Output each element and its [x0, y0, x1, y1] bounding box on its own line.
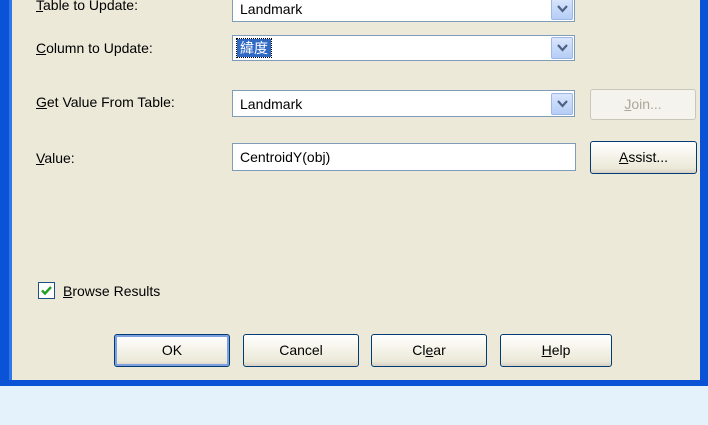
value-input[interactable]: CentroidY(obj): [232, 143, 576, 171]
chevron-down-icon[interactable]: [551, 93, 573, 115]
get-value-from-table-label: Get Value From Table:: [36, 93, 175, 111]
mnemonic: T: [36, 0, 43, 13]
clear-button[interactable]: Clear: [371, 334, 487, 367]
mnemonic: H: [541, 342, 552, 358]
label-text: able to Update:: [43, 0, 138, 13]
button-label: Cancel: [279, 342, 323, 358]
update-column-dialog: Table to Update: Landmark Column to Upda…: [0, 0, 708, 386]
window-frame-left: [0, 0, 12, 386]
window-frame-right: [700, 0, 708, 386]
assist-button[interactable]: Assist...: [590, 141, 697, 174]
mnemonic: G: [36, 94, 47, 110]
chevron-down-icon[interactable]: [551, 37, 573, 59]
button-label-part: ar: [433, 342, 446, 358]
mnemonic: A: [618, 149, 629, 165]
mnemonic: C: [36, 40, 47, 56]
label-text: et Value From Table:: [46, 94, 175, 110]
table-to-update-select[interactable]: Landmark: [232, 0, 575, 22]
button-label: ssist...: [628, 149, 668, 165]
join-button[interactable]: Join...: [590, 89, 696, 120]
column-to-update-select[interactable]: 緯度: [232, 35, 575, 61]
column-to-update-label: Column to Update:: [36, 39, 153, 57]
button-label: elp: [551, 342, 571, 358]
mnemonic: B: [63, 283, 73, 299]
chevron-down-icon[interactable]: [551, 0, 573, 20]
select-value: Landmark: [240, 96, 303, 112]
button-label-part: Cl: [412, 342, 426, 358]
value-label: Value:: [36, 149, 75, 167]
checkbox-label: rowse Results: [72, 283, 161, 299]
browse-results-label[interactable]: Browse Results: [63, 282, 160, 300]
help-button[interactable]: Help: [500, 334, 612, 367]
table-to-update-label: Table to Update:: [36, 0, 138, 14]
label-text: olumn to Update:: [46, 40, 153, 56]
button-label: oin...: [631, 96, 662, 112]
input-value: CentroidY(obj): [240, 149, 331, 165]
get-value-from-table-select[interactable]: Landmark: [232, 90, 575, 117]
cancel-button[interactable]: Cancel: [243, 334, 359, 367]
label-text: alue:: [44, 150, 75, 166]
ok-button[interactable]: OK: [114, 334, 230, 367]
window-frame-bottom: [0, 380, 708, 386]
select-value: 緯度: [236, 38, 272, 58]
select-value: Landmark: [240, 1, 303, 17]
browse-results-checkbox[interactable]: [38, 282, 55, 299]
checkmark-icon: [41, 286, 52, 296]
button-label: OK: [161, 342, 183, 358]
